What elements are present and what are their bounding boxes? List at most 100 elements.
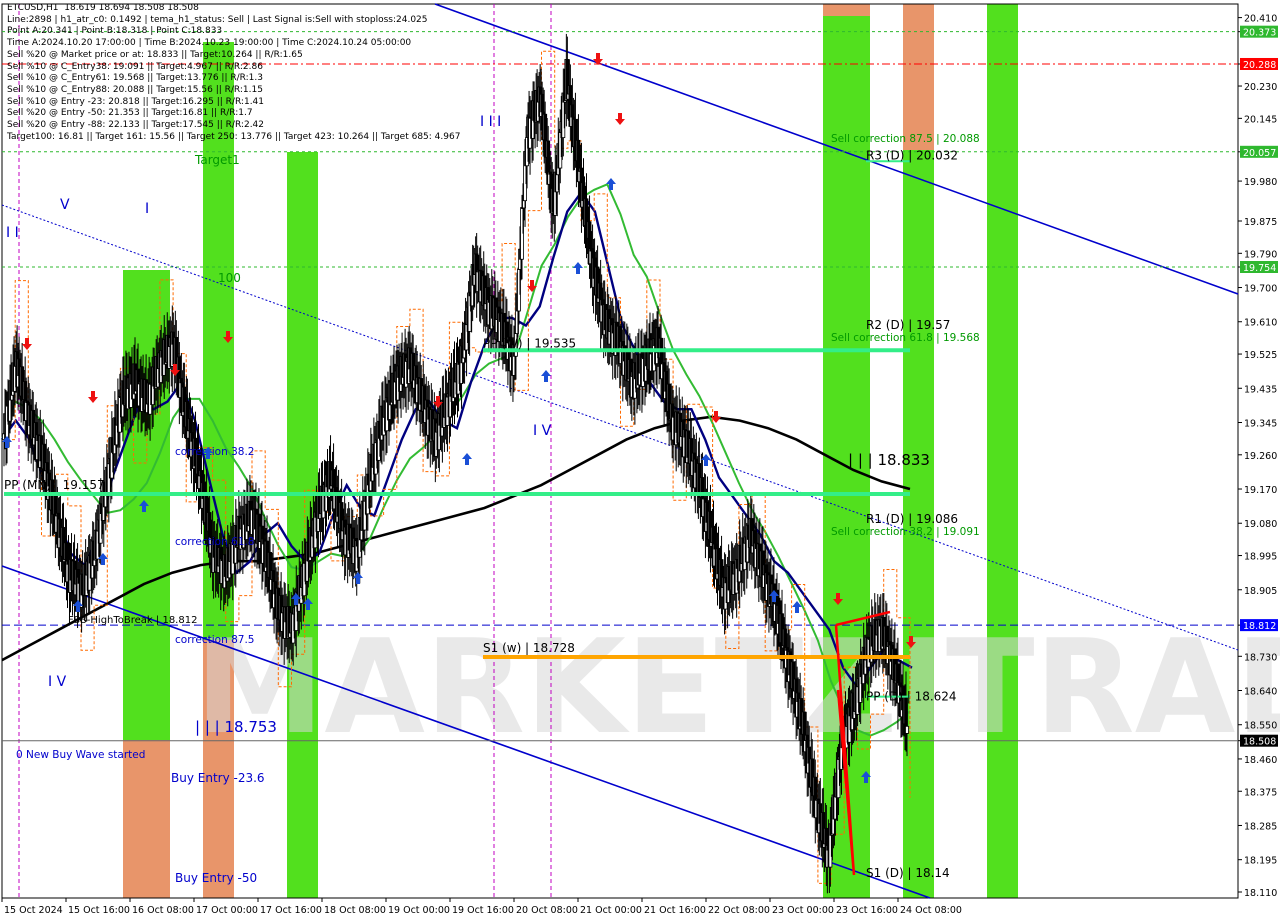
price-tick: 18.905 xyxy=(1238,586,1277,597)
sell-arrow-icon xyxy=(615,113,625,125)
buy-entry-236-label: Buy Entry -23.6 xyxy=(171,771,265,785)
time-tick: 24 Oct 08:00 xyxy=(897,898,962,916)
price-tick-label: 19.260 xyxy=(1244,451,1277,462)
buy-arrow-icon xyxy=(606,178,616,190)
target1-label: Target1 xyxy=(194,153,240,167)
zone-band xyxy=(823,4,870,16)
info-panel: ETCUSD,H1 18.619 18.694 18.508 18.508 Lin… xyxy=(7,3,460,143)
time-tick: 19 Oct 16:00 xyxy=(449,898,514,916)
sell-arrow-icon xyxy=(22,338,32,350)
price-tick: 19.754 xyxy=(1238,260,1278,274)
wave-iv-label: I V xyxy=(533,423,552,439)
buy-arrow-icon xyxy=(462,453,472,465)
price-chart[interactable]: MARKETZITRADE R3 (D) | 20.032Sell correc… xyxy=(0,0,1280,920)
time-tick-label: 18 Oct 08:00 xyxy=(324,905,386,916)
info-line: Line:2898 | h1_atr_c0: 0.1492 | tema_h1_… xyxy=(7,14,428,25)
time-tick-label: 19 Oct 00:00 xyxy=(388,905,450,916)
time-tick-label: 19 Oct 16:00 xyxy=(452,905,514,916)
time-tick-label: 20 Oct 08:00 xyxy=(516,905,578,916)
time-tick: 18 Oct 08:00 xyxy=(321,898,386,916)
price-tick-label: 19.080 xyxy=(1244,519,1277,530)
price-tick-label: 20.230 xyxy=(1244,82,1277,93)
price-tick: 20.410 xyxy=(1238,14,1277,25)
price-tick-label: 18.508 xyxy=(1243,737,1276,748)
buy-entry-50-label: Buy Entry -50 xyxy=(175,871,257,885)
price-tick: 18.550 xyxy=(1238,721,1277,732)
time-tick-label: 23 Oct 16:00 xyxy=(836,905,898,916)
price-tick: 18.195 xyxy=(1238,856,1277,867)
price-tick-label: 18.195 xyxy=(1244,856,1277,867)
time-tick-label: 22 Oct 08:00 xyxy=(708,905,770,916)
time-axis: 15 Oct 2024 15 Oct 16:00 16 Oct 08:00 17 Oc… xyxy=(1,898,962,916)
time-tick: 15 Oct 2024 xyxy=(1,898,63,916)
price-tick: 19.080 xyxy=(1238,519,1277,530)
wave-iii-top-label: I I I xyxy=(480,114,501,130)
new-buy-wave-label: 0 New Buy Wave started xyxy=(16,749,145,761)
price-tick-label: 18.995 xyxy=(1244,552,1277,563)
price-tick-label: 19.435 xyxy=(1244,384,1277,395)
price-tick-label: 20.373 xyxy=(1243,28,1276,39)
price-tick-label: 20.145 xyxy=(1244,114,1277,125)
info-line: Point A:20.341 | Point B:18.318 | Point … xyxy=(7,26,223,37)
time-tick: 23 Oct 16:00 xyxy=(833,898,898,916)
info-line: Sell %20 @ Entry -88: 22.133 || Target:1… xyxy=(7,120,265,131)
price-tick-label: 20.057 xyxy=(1243,148,1276,159)
price-tick: 20.057 xyxy=(1238,145,1278,159)
price-tick: 18.508 xyxy=(1238,734,1278,748)
price-tick: 19.980 xyxy=(1238,177,1277,188)
price-tick: 18.812 xyxy=(1238,619,1278,632)
sell-arrow-icon xyxy=(593,53,603,65)
time-tick: 21 Oct 16:00 xyxy=(641,898,706,916)
time-tick-label: 15 Oct 2024 xyxy=(4,905,63,916)
zone-band xyxy=(987,4,1018,898)
time-tick-label: 15 Oct 16:00 xyxy=(68,905,130,916)
price-tick: 18.460 xyxy=(1238,755,1277,766)
price-tick: 20.145 xyxy=(1238,114,1277,125)
price-tick-label: 19.875 xyxy=(1244,217,1277,228)
correction-618-label: correction 61.8 xyxy=(175,536,254,548)
wave-i-label: I xyxy=(145,201,149,217)
r3-daily-label: R3 (D) | 20.032 xyxy=(866,148,958,162)
time-tick: 23 Oct 00:00 xyxy=(769,898,834,916)
info-line: ETCUSD,H1 18.619 18.694 18.508 18.508 xyxy=(7,3,199,13)
time-tick-label: 16 Oct 08:00 xyxy=(132,905,194,916)
time-tick-label: 23 Oct 00:00 xyxy=(772,905,834,916)
correction-382-label: correction 38.2 xyxy=(175,446,254,458)
price-tick: 19.525 xyxy=(1238,350,1277,361)
price-tick-label: 20.288 xyxy=(1243,60,1276,71)
price-tick-label: 18.730 xyxy=(1244,652,1277,663)
time-tick-label: 21 Oct 00:00 xyxy=(580,905,642,916)
sell-arrow-icon xyxy=(88,391,98,403)
price-tick-label: 19.610 xyxy=(1244,318,1277,329)
time-tick: 19 Oct 00:00 xyxy=(385,898,450,916)
price-tick: 19.170 xyxy=(1238,485,1277,496)
time-tick: 17 Oct 00:00 xyxy=(193,898,258,916)
price-tick: 19.875 xyxy=(1238,217,1277,228)
level-100-label: 100 xyxy=(218,271,241,285)
price-tick: 18.640 xyxy=(1238,687,1277,698)
price-tick-label: 18.460 xyxy=(1244,755,1277,766)
pp-monthly-label: PP (MN) | 19.157 xyxy=(4,478,105,492)
time-tick: 15 Oct 16:00 xyxy=(65,898,130,916)
price-tick-label: 19.170 xyxy=(1244,485,1277,496)
s1-weekly-label: S1 (w) | 18.728 xyxy=(483,641,575,655)
price-tick: 19.790 xyxy=(1238,249,1277,260)
wave-ii-left-label: I I xyxy=(6,225,19,241)
zone-band xyxy=(123,740,170,898)
r2-daily-label: R2 (D) | 19.57 xyxy=(866,318,950,332)
time-tick: 16 Oct 08:00 xyxy=(129,898,194,916)
price-tick: 18.730 xyxy=(1238,652,1277,663)
time-tick: 21 Oct 00:00 xyxy=(577,898,642,916)
time-tick-label: 17 Oct 16:00 xyxy=(260,905,322,916)
price-tick: 19.260 xyxy=(1238,451,1277,462)
price-tick: 20.288 xyxy=(1238,57,1278,71)
price-tick-label: 19.345 xyxy=(1244,418,1277,429)
time-tick-label: 17 Oct 00:00 xyxy=(196,905,258,916)
price-tick: 18.995 xyxy=(1238,552,1277,563)
r1-daily-label: R1 (D) | 19.086 xyxy=(866,512,958,526)
wave-v-label: V xyxy=(60,197,70,213)
price-axis: 20.410 20.373 20.288 20.230 20.145 20.057 19.9… xyxy=(1238,14,1278,899)
price-tick-label: 18.110 xyxy=(1244,888,1277,899)
info-line: Sell %10 @ C_Entry61: 19.568 || Target:1… xyxy=(7,73,263,84)
time-tick: 22 Oct 08:00 xyxy=(705,898,770,916)
